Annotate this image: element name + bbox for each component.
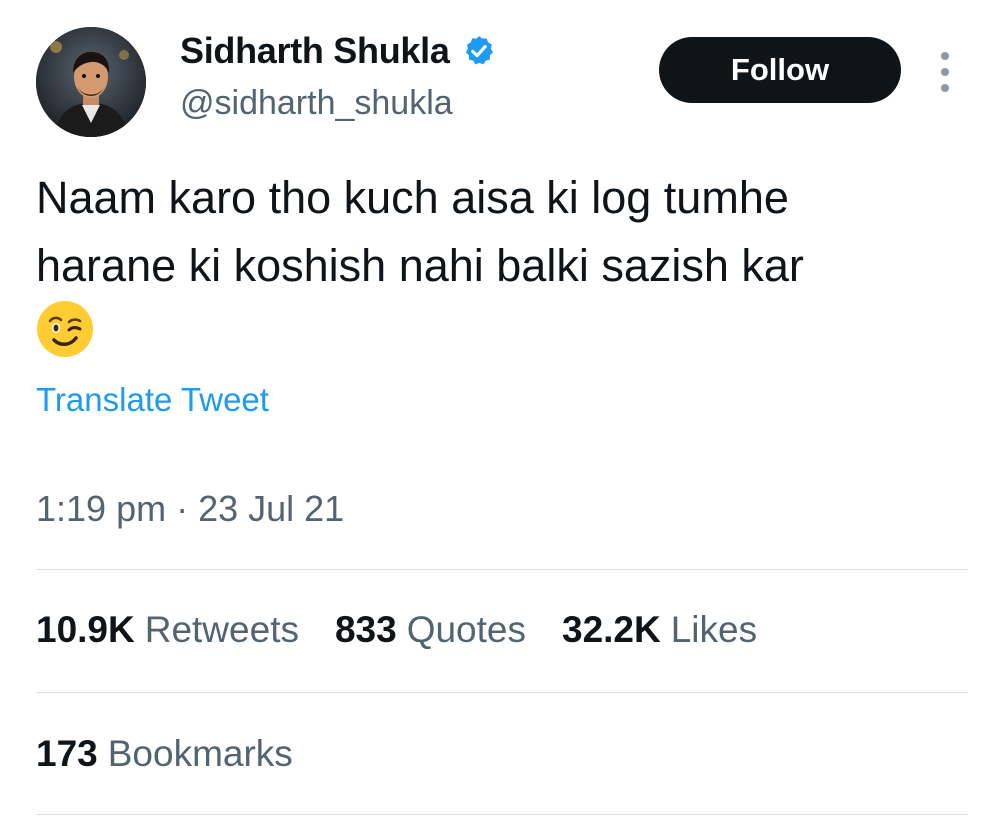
quotes-label: Quotes (406, 609, 526, 650)
likes-label: Likes (670, 609, 758, 650)
retweets-count: 10.9K (36, 609, 135, 650)
author-handle[interactable]: @sidharth_shukla (180, 84, 453, 123)
tweet-timestamp[interactable]: 1:19 pm · 23 Jul 21 (36, 488, 344, 530)
bookmarks-stat[interactable]: 173 Bookmarks (36, 733, 293, 775)
bookmarks-label: Bookmarks (107, 733, 293, 774)
author-name[interactable]: Sidharth Shukla (180, 30, 450, 72)
tweet-text-line: harane ki koshish nahi balki sazish kar (36, 240, 804, 291)
profile-photo (36, 27, 146, 137)
avatar[interactable] (36, 27, 146, 137)
quotes-stat[interactable]: 833 Quotes (335, 609, 526, 651)
tweet-text: Naam karo tho kuch aisa ki log tumhe har… (36, 164, 966, 300)
engagement-stats: 10.9K Retweets 833 Quotes 32.2K Likes (36, 609, 793, 651)
more-vertical-icon[interactable] (936, 50, 954, 94)
translate-tweet-link[interactable]: Translate Tweet (36, 381, 269, 419)
likes-count: 32.2K (562, 609, 661, 650)
author-name-row[interactable]: Sidharth Shukla (180, 30, 496, 72)
divider (36, 692, 968, 693)
verified-badge-icon (462, 34, 496, 68)
divider (36, 569, 968, 570)
tweet-text-line: Naam karo tho kuch aisa ki log tumhe (36, 172, 789, 223)
retweets-stat[interactable]: 10.9K Retweets (36, 609, 299, 651)
bookmarks-count: 173 (36, 733, 98, 774)
quotes-count: 833 (334, 609, 397, 650)
retweets-label: Retweets (144, 609, 299, 650)
likes-stat[interactable]: 32.2K Likes (562, 609, 757, 651)
divider (36, 814, 968, 815)
winking-face-emoji (36, 300, 94, 358)
follow-button[interactable]: Follow (659, 37, 901, 103)
